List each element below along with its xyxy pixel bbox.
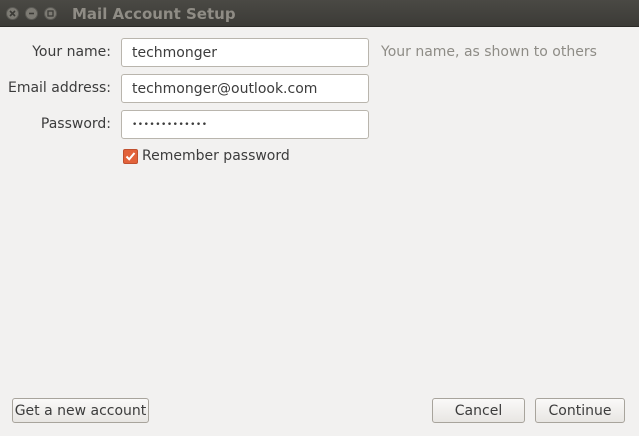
name-field[interactable]: [121, 38, 369, 67]
email-label: Email address:: [7, 80, 111, 96]
window-maximize-icon[interactable]: [44, 7, 57, 20]
remember-password-label[interactable]: Remember password: [142, 148, 290, 164]
cancel-button[interactable]: Cancel: [432, 398, 525, 423]
remember-password-checkbox[interactable]: [123, 149, 138, 164]
name-hint: Your name, as shown to others: [381, 44, 597, 60]
name-label: Your name:: [32, 44, 111, 60]
title-bar: Mail Account Setup: [0, 0, 639, 27]
window-minimize-icon[interactable]: [25, 7, 38, 20]
window-title: Mail Account Setup: [72, 5, 236, 23]
window-close-icon[interactable]: [6, 7, 19, 20]
email-field[interactable]: [121, 74, 369, 103]
password-label: Password:: [40, 116, 111, 132]
checkmark-icon: [125, 152, 136, 161]
get-new-account-button[interactable]: Get a new account: [12, 398, 149, 423]
continue-button[interactable]: Continue: [535, 398, 625, 423]
password-field[interactable]: [121, 110, 369, 139]
